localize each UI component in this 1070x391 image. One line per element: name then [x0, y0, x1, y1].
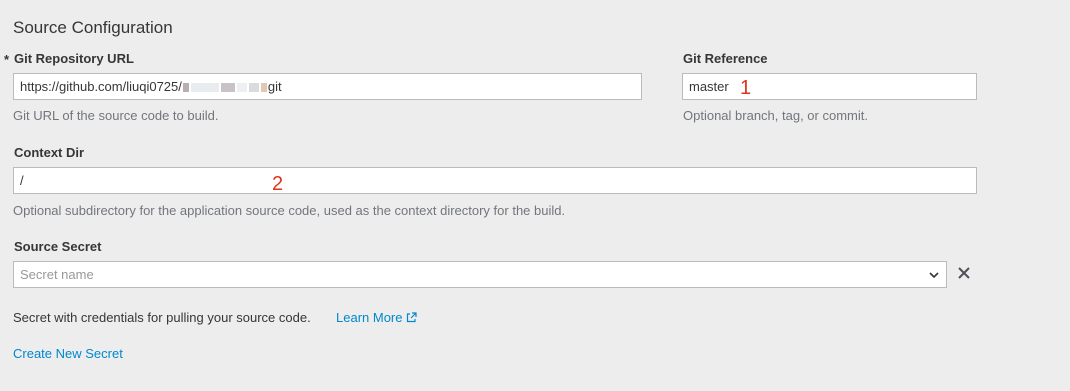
source-secret-help: Secret with credentials for pulling your… [13, 310, 311, 325]
chevron-down-icon[interactable] [928, 269, 940, 281]
annotation-2: 2 [272, 173, 284, 195]
required-marker: * [4, 52, 10, 67]
git-url-label: Git Repository URL [14, 51, 134, 66]
section-title: Source Configuration [13, 18, 173, 37]
external-link-icon [407, 312, 417, 323]
close-icon[interactable] [957, 266, 971, 280]
create-new-secret-link[interactable]: Create New Secret [13, 346, 123, 361]
source-secret-select[interactable]: Secret name [13, 261, 947, 288]
context-dir-input[interactable]: / [13, 167, 977, 194]
git-ref-help: Optional branch, tag, or commit. [683, 108, 868, 123]
git-url-value-prefix: https://github.com/liuqi0725/ [20, 79, 182, 94]
git-ref-input[interactable]: master [682, 73, 977, 100]
git-url-input[interactable]: https://github.com/liuqi0725/git [13, 73, 642, 100]
learn-more-label: Learn More [336, 310, 403, 325]
git-ref-label: Git Reference [683, 51, 768, 66]
context-dir-help: Optional subdirectory for the applicatio… [13, 203, 566, 218]
redacted-blur [182, 79, 268, 94]
context-dir-label: Context Dir [14, 145, 85, 160]
learn-more-link[interactable]: Learn More [336, 310, 417, 325]
annotation-1: 1 [740, 77, 752, 99]
source-secret-label: Source Secret [14, 239, 102, 254]
git-url-help: Git URL of the source code to build. [13, 108, 219, 123]
git-url-value-suffix: git [267, 79, 282, 94]
source-secret-placeholder: Secret name [20, 267, 94, 282]
